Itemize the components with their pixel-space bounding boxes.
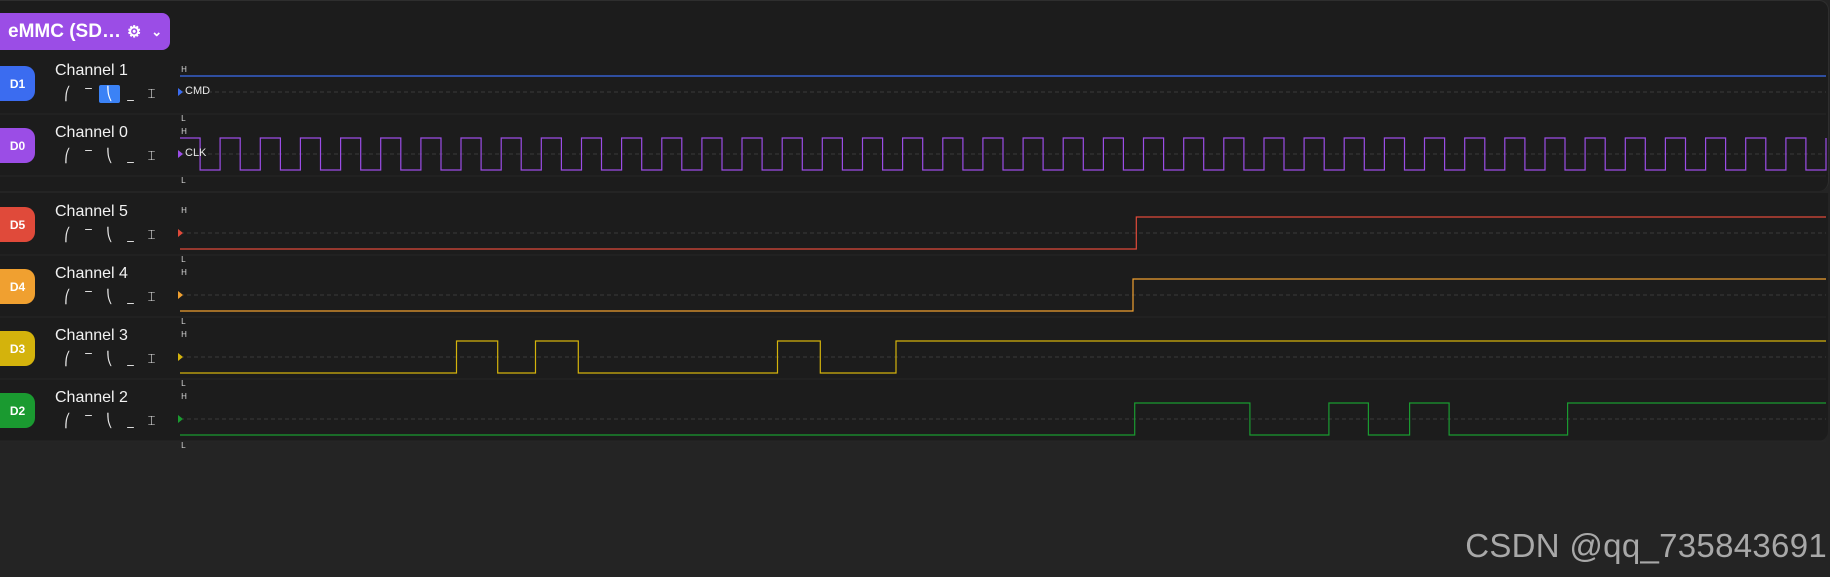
gear-icon[interactable]: ⚙ [127,22,141,42]
high-level-icon[interactable]: ‾ [78,288,99,306]
level-high-label: H [181,392,188,401]
rising-edge-icon[interactable]: ⎛ [57,226,78,244]
channel-name[interactable]: Channel 1 [55,62,128,80]
signal-label: CMD [185,85,211,97]
falling-edge-icon[interactable]: ⎝ [99,147,120,165]
channel-marker-icon [178,353,183,361]
low-level-icon[interactable]: _ [120,412,141,430]
rising-edge-icon[interactable]: ⎛ [57,85,78,103]
high-level-icon[interactable]: ‾ [78,85,99,103]
channel-badge[interactable]: D2 [0,393,35,428]
rising-edge-icon[interactable]: ⎛ [57,412,78,430]
logic-analyzer-app: D1 Channel 1 ⎛ ‾ ⎝ _ ⌶ H L CMD D0 Channel 0 ⎛ ‾ ⎝ _ ⌶ H L C… [0,0,1830,577]
channel-badge[interactable]: D5 [0,207,35,242]
trigger-selector: ⎛ ‾ ⎝ _ ⌶ [57,350,162,368]
any-edge-icon[interactable]: ⌶ [141,85,162,103]
low-level-icon[interactable]: _ [120,350,141,368]
trigger-selector: ⎛ ‾ ⎝ _ ⌶ [57,288,162,306]
channel-badge[interactable]: D4 [0,269,35,304]
any-edge-icon[interactable]: ⌶ [141,412,162,430]
analyzer-selector-button[interactable]: eMMC (SD… ⚙ ⌄ [0,13,170,50]
channel-row-d5: D5 Channel 5 ⎛ ‾ ⎝ _ ⌶ H L [0,193,1828,264]
channel-row-d1: D1 Channel 1 ⎛ ‾ ⎝ _ ⌶ H L CMD [0,52,1828,123]
channel-row-d2: D2 Channel 2 ⎛ ‾ ⎝ _ ⌶ H L [0,379,1828,450]
level-high-label: H [181,268,188,277]
high-level-icon[interactable]: ‾ [78,147,99,165]
any-edge-icon[interactable]: ⌶ [141,350,162,368]
channel-row-d4: D4 Channel 4 ⎛ ‾ ⎝ _ ⌶ H L [0,255,1828,326]
channel-marker-icon [178,150,183,158]
high-level-icon[interactable]: ‾ [78,226,99,244]
chevron-down-icon[interactable]: ⌄ [151,24,162,40]
low-level-icon[interactable]: _ [120,288,141,306]
watermark: CSDN @qq_735843691 [1465,527,1827,564]
channel-name[interactable]: Channel 4 [55,265,128,283]
any-edge-icon[interactable]: ⌶ [141,288,162,306]
falling-edge-icon[interactable]: ⎝ [99,288,120,306]
trigger-selector: ⎛ ‾ ⎝ _ ⌶ [57,147,162,165]
channel-badge[interactable]: D0 [0,128,35,163]
low-level-icon[interactable]: _ [120,85,141,103]
level-high-label: H [181,330,188,339]
trigger-selector: ⎛ ‾ ⎝ _ ⌶ [57,85,162,103]
channel-badge[interactable]: D3 [0,331,35,366]
channel-name[interactable]: Channel 5 [55,203,128,221]
channel-name[interactable]: Channel 0 [55,124,128,142]
any-edge-icon[interactable]: ⌶ [141,147,162,165]
channel-name[interactable]: Channel 3 [55,327,128,345]
low-level-icon[interactable]: _ [120,147,141,165]
rising-edge-icon[interactable]: ⎛ [57,147,78,165]
falling-edge-icon[interactable]: ⎝ [99,85,120,103]
level-high-label: H [181,127,188,136]
channel-marker-icon [178,415,183,423]
level-high-label: H [181,206,188,215]
trigger-selector: ⎛ ‾ ⎝ _ ⌶ [57,226,162,244]
signal-label: CLK [185,147,207,159]
falling-edge-icon[interactable]: ⎝ [99,350,120,368]
falling-edge-icon[interactable]: ⎝ [99,412,120,430]
channel-marker-icon [178,88,183,96]
channel-row-d3: D3 Channel 3 ⎛ ‾ ⎝ _ ⌶ H L [0,317,1828,388]
rising-edge-icon[interactable]: ⎛ [57,288,78,306]
level-high-label: H [181,65,188,74]
high-level-icon[interactable]: ‾ [78,412,99,430]
channel-row-d0: D0 Channel 0 ⎛ ‾ ⎝ _ ⌶ H L CLK [0,114,1828,185]
channel-badge[interactable]: D1 [0,66,35,101]
trigger-selector: ⎛ ‾ ⎝ _ ⌶ [57,412,162,430]
level-low-label: L [181,176,186,185]
rising-edge-icon[interactable]: ⎛ [57,350,78,368]
analyzer-label: eMMC (SD… [8,20,121,42]
low-level-icon[interactable]: _ [120,226,141,244]
channel-marker-icon [178,291,183,299]
channel-marker-icon [178,229,183,237]
high-level-icon[interactable]: ‾ [78,350,99,368]
level-low-label: L [181,441,186,450]
falling-edge-icon[interactable]: ⎝ [99,226,120,244]
any-edge-icon[interactable]: ⌶ [141,226,162,244]
channel-name[interactable]: Channel 2 [55,389,128,407]
